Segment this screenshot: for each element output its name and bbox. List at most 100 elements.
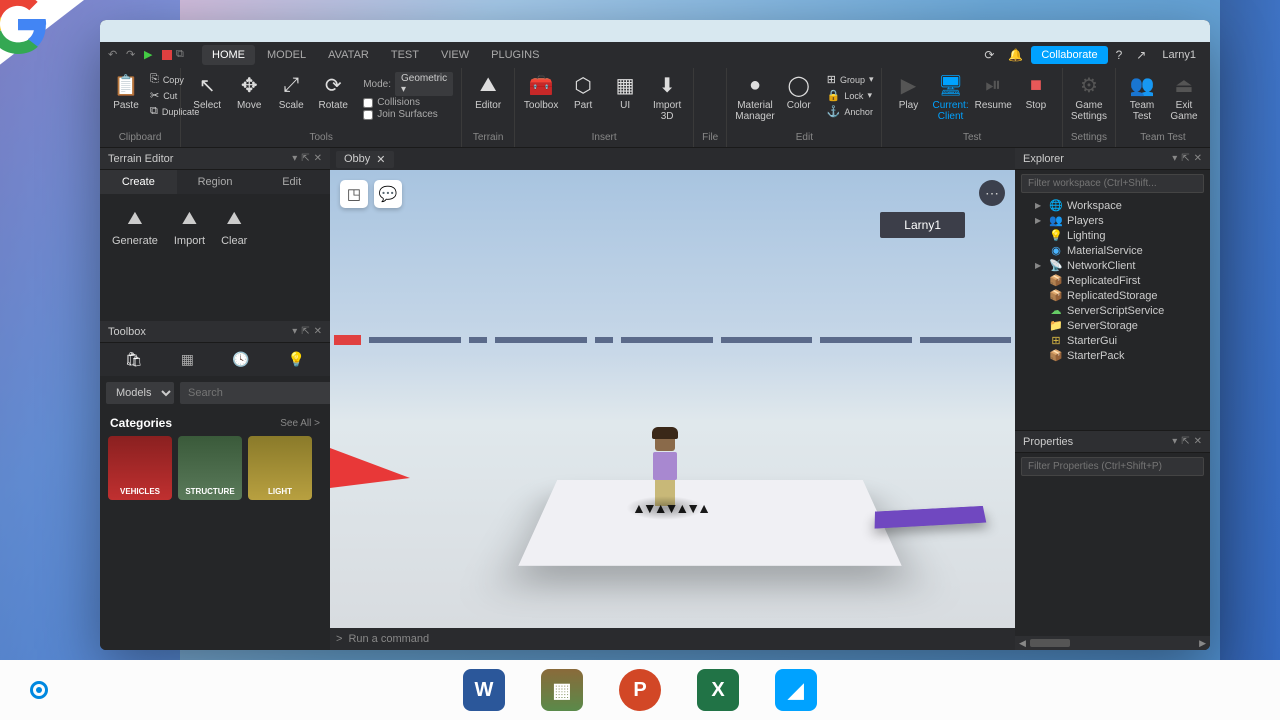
toolbox-header[interactable]: Toolbox▾⇱✕ <box>100 321 330 343</box>
stop-button[interactable]: ■Stop <box>1018 72 1054 111</box>
mode-selector[interactable]: Mode:Geometric ▾ <box>363 72 453 96</box>
stop-rec-icon[interactable] <box>162 50 172 60</box>
color-button[interactable]: ◯Color <box>781 72 817 111</box>
close-icon[interactable]: ✕ <box>314 326 322 337</box>
undock-icon[interactable]: ▾ <box>1172 153 1177 164</box>
models-dropdown[interactable]: Models <box>106 382 174 404</box>
tab-view[interactable]: VIEW <box>431 45 479 65</box>
taskbar-powerpoint[interactable]: P <box>619 669 661 711</box>
play-icon[interactable]: ▶ <box>144 48 158 62</box>
clear-button[interactable]: ⛰Clear <box>221 208 247 247</box>
play-button[interactable]: ▶Play <box>890 72 926 111</box>
paste-button[interactable]: 📋Paste <box>108 72 144 111</box>
current-client-button[interactable]: 🖥Current: Client <box>932 72 968 122</box>
titlebar[interactable] <box>100 20 1210 42</box>
viewport[interactable]: ◳ 💬 ⋯ Larny1 ▲▼▲▼▲▼▲ <box>330 170 1015 628</box>
updates-icon[interactable]: ⟳ <box>984 48 994 62</box>
terrain-tab-create[interactable]: Create <box>100 170 177 194</box>
inventory-tab-icon[interactable]: ▦ <box>181 351 194 368</box>
tree-node[interactable]: 📁ServerStorage <box>1019 318 1206 333</box>
pin-icon[interactable]: ⇱ <box>1181 436 1189 447</box>
exit-game-button[interactable]: ⏏Exit Game <box>1166 72 1202 122</box>
group-button[interactable]: ⊞Group ▾ <box>827 72 874 87</box>
start-button[interactable] <box>30 681 48 699</box>
marketplace-tab-icon[interactable]: 🛍 <box>125 351 143 368</box>
tab-plugins[interactable]: PLUGINS <box>481 45 549 65</box>
see-all-link[interactable]: See All > <box>280 418 320 429</box>
creations-tab-icon[interactable]: 💡 <box>288 351 305 368</box>
taskbar-minecraft[interactable]: ▦ <box>541 669 583 711</box>
collisions-checkbox[interactable]: Collisions <box>363 97 453 108</box>
terrain-tab-edit[interactable]: Edit <box>253 170 330 194</box>
close-tab-icon[interactable]: ✕ <box>376 153 385 166</box>
tab-home[interactable]: HOME <box>202 45 255 65</box>
tree-node[interactable]: ◉MaterialService <box>1019 243 1206 258</box>
pin-icon[interactable]: ⇱ <box>301 326 309 337</box>
toolbox-button[interactable]: 🧰Toolbox <box>523 72 559 111</box>
tree-node[interactable]: 💡Lighting <box>1019 228 1206 243</box>
tab-model[interactable]: MODEL <box>257 45 316 65</box>
rotate-button[interactable]: ⟳Rotate <box>315 72 351 111</box>
help-icon[interactable]: ? <box>1116 48 1123 62</box>
taskbar-word[interactable]: W <box>463 669 505 711</box>
tree-node[interactable]: ▶🌐Workspace <box>1019 198 1206 213</box>
explorer-tree[interactable]: ▶🌐Workspace▶👥Players💡Lighting◉MaterialSe… <box>1015 196 1210 430</box>
document-tab[interactable]: Obby✕ <box>336 151 394 168</box>
select-button[interactable]: ↖Select <box>189 72 225 111</box>
material-button[interactable]: ●Material Manager <box>735 72 774 122</box>
share-icon[interactable]: ↗ <box>1136 48 1146 62</box>
collaborate-button[interactable]: Collaborate <box>1031 46 1107 64</box>
category-light[interactable]: LIGHT <box>248 436 312 500</box>
ui-button[interactable]: ▦UI <box>607 72 643 111</box>
resume-button[interactable]: ⏯Resume <box>975 72 1012 111</box>
tree-node[interactable]: 📦StarterPack <box>1019 348 1206 363</box>
viewport-menu-icon[interactable]: ⋯ <box>979 180 1005 206</box>
properties-header[interactable]: Properties▾⇱✕ <box>1015 431 1210 453</box>
terrain-editor-button[interactable]: ⛰Editor <box>470 72 506 111</box>
search-input[interactable] <box>180 382 338 404</box>
scale-button[interactable]: ⤢Scale <box>273 72 309 111</box>
join-surfaces-checkbox[interactable]: Join Surfaces <box>363 109 453 120</box>
lock-button[interactable]: 🔒Lock ▾ <box>827 88 874 103</box>
tree-node[interactable]: ▶👥Players <box>1019 213 1206 228</box>
import3d-button[interactable]: ⬇Import 3D <box>649 72 685 122</box>
category-vehicles[interactable]: VEHICLES <box>108 436 172 500</box>
move-button[interactable]: ✥Move <box>231 72 267 111</box>
terrain-tab-region[interactable]: Region <box>177 170 254 194</box>
terrain-editor-header[interactable]: Terrain Editor▾⇱✕ <box>100 148 330 170</box>
properties-filter-input[interactable] <box>1021 457 1204 476</box>
pin-icon[interactable]: ⇱ <box>1181 153 1189 164</box>
anchor-button[interactable]: ⚓Anchor <box>827 104 874 119</box>
explorer-filter-input[interactable] <box>1021 174 1204 193</box>
chat-icon[interactable]: 💬 <box>374 180 402 208</box>
undo-icon[interactable]: ↶ <box>108 48 122 62</box>
undock-icon[interactable]: ▾ <box>292 153 297 164</box>
explorer-header[interactable]: Explorer▾⇱✕ <box>1015 148 1210 170</box>
part-button[interactable]: ⬡Part <box>565 72 601 111</box>
close-icon[interactable]: ✕ <box>1194 153 1202 164</box>
recent-tab-icon[interactable]: 🕓 <box>232 351 249 368</box>
taskbar-excel[interactable]: X <box>697 669 739 711</box>
tab-test[interactable]: TEST <box>381 45 429 65</box>
command-bar[interactable]: >Run a command <box>330 628 1015 650</box>
tree-node[interactable]: ⊞StarterGui <box>1019 333 1206 348</box>
close-icon[interactable]: ✕ <box>314 153 322 164</box>
generate-button[interactable]: ⛰Generate <box>112 208 158 247</box>
scrollbar[interactable]: ◀▶ <box>1015 636 1210 650</box>
close-icon[interactable]: ✕ <box>1194 436 1202 447</box>
redo-icon[interactable]: ↷ <box>126 48 140 62</box>
pin-icon[interactable]: ⇱ <box>301 153 309 164</box>
undock-icon[interactable]: ▾ <box>1172 436 1177 447</box>
taskbar-roblox-studio[interactable]: ◢ <box>775 669 817 711</box>
team-test-button[interactable]: 👥Team Test <box>1124 72 1160 122</box>
tree-node[interactable]: 📦ReplicatedStorage <box>1019 288 1206 303</box>
tree-node[interactable]: 📦ReplicatedFirst <box>1019 273 1206 288</box>
tree-node[interactable]: ▶📡NetworkClient <box>1019 258 1206 273</box>
tab-avatar[interactable]: AVATAR <box>318 45 379 65</box>
notifications-icon[interactable]: 🔔 <box>1008 48 1023 62</box>
category-structure[interactable]: STRUCTURE <box>178 436 242 500</box>
link-icon[interactable]: ⧉ <box>176 48 190 62</box>
import-button[interactable]: ⛰Import <box>174 208 205 247</box>
tree-node[interactable]: ☁ServerScriptService <box>1019 303 1206 318</box>
username-label[interactable]: Larny1 <box>1162 49 1196 61</box>
